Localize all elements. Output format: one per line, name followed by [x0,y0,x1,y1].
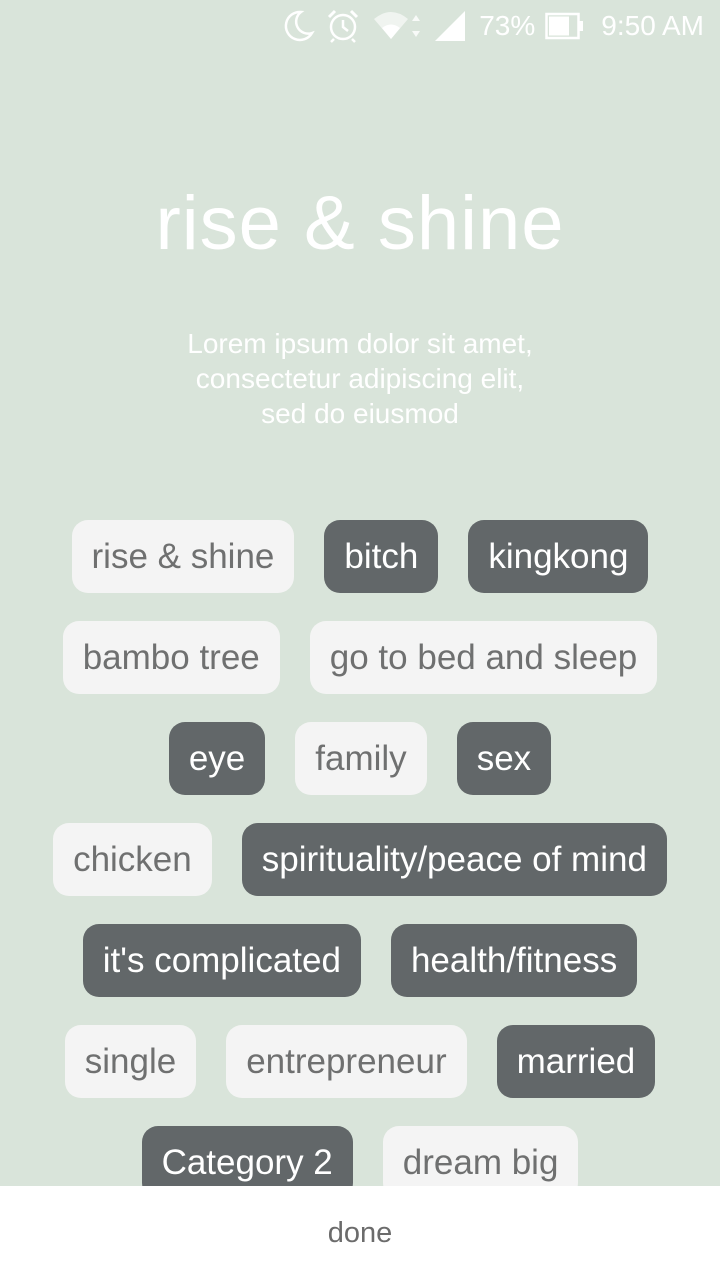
battery-icon [545,12,585,40]
moon-icon [281,9,315,43]
page-subtitle: Lorem ipsum dolor sit amet, consectetur … [0,326,720,431]
battery-percent: 73% [479,10,536,41]
tag-chip[interactable]: single [64,1025,197,1098]
tag-chip[interactable]: entrepreneur [226,1025,467,1098]
tag-row: eye family sex [0,722,720,795]
status-time: 9:50 AM [601,10,704,41]
tag-chip[interactable]: go to bed and sleep [309,621,658,694]
tag-chip[interactable]: health/fitness [390,924,638,997]
tag-chip[interactable]: sex [456,722,552,795]
tag-chip[interactable]: it's complicated [82,924,361,997]
tag-row: it's complicated health/fitness [0,924,720,997]
subtitle-line: Lorem ipsum dolor sit amet, [187,328,533,359]
tag-row: single entrepreneur married [0,1025,720,1098]
subtitle-line: sed do eiusmod [261,398,459,429]
tag-chip[interactable]: eye [168,722,266,795]
done-bar: done [0,1186,720,1280]
signal-icon [433,9,467,43]
tag-chip[interactable]: bitch [324,520,439,593]
tag-row: rise & shine bitch kingkong [0,520,720,593]
subtitle-line: consectetur adipiscing elit, [195,363,525,394]
tag-chip[interactable]: chicken [53,823,212,896]
tag-chip[interactable]: rise & shine [71,520,295,593]
wifi-icon [371,9,423,43]
status-bar: 73% 9:50 AM [0,0,720,52]
tag-chip[interactable]: bambo tree [62,621,280,694]
tag-cloud: rise & shine bitch kingkong bambo tree g… [0,520,720,1227]
tag-chip[interactable]: spirituality/peace of mind [241,823,667,896]
page-title: rise & shine [155,181,565,266]
tag-row: bambo tree go to bed and sleep [0,621,720,694]
tag-chip[interactable]: kingkong [468,520,649,593]
tag-chip[interactable]: married [496,1025,656,1098]
alarm-icon [325,8,361,44]
tag-row: chicken spirituality/peace of mind [0,823,720,896]
tag-chip[interactable]: family [295,722,427,795]
done-button[interactable]: done [328,1217,393,1250]
